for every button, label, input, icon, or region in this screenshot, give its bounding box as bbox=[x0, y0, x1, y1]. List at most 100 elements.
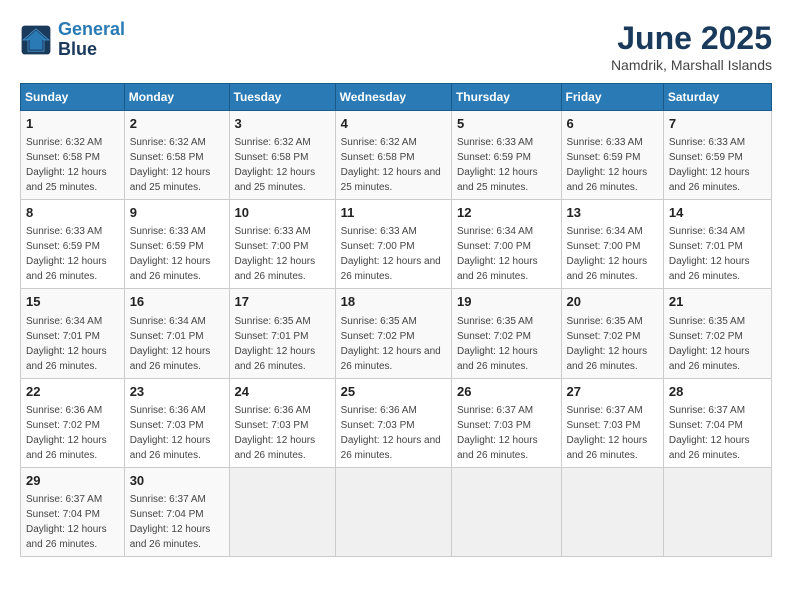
calendar-day-cell: 8 Sunrise: 6:33 AM Sunset: 6:59 PM Dayli… bbox=[21, 200, 125, 289]
page-header: General Blue June 2025 Namdrik, Marshall… bbox=[20, 20, 772, 73]
day-info: Sunrise: 6:32 AM Sunset: 6:58 PM Dayligh… bbox=[26, 135, 119, 195]
day-info: Sunrise: 6:33 AM Sunset: 6:59 PM Dayligh… bbox=[457, 135, 556, 195]
logo-text: General Blue bbox=[58, 20, 125, 60]
day-info: Sunrise: 6:35 AM Sunset: 7:02 PM Dayligh… bbox=[341, 314, 446, 374]
title-section: June 2025 Namdrik, Marshall Islands bbox=[611, 20, 772, 73]
day-number: 15 bbox=[26, 293, 119, 311]
calendar-day-cell: 16 Sunrise: 6:34 AM Sunset: 7:01 PM Dayl… bbox=[124, 289, 229, 378]
col-monday: Monday bbox=[124, 84, 229, 111]
day-info: Sunrise: 6:35 AM Sunset: 7:02 PM Dayligh… bbox=[669, 314, 766, 374]
calendar-day-cell: 7 Sunrise: 6:33 AM Sunset: 6:59 PM Dayli… bbox=[663, 111, 771, 200]
calendar-day-cell: 14 Sunrise: 6:34 AM Sunset: 7:01 PM Dayl… bbox=[663, 200, 771, 289]
day-info: Sunrise: 6:35 AM Sunset: 7:02 PM Dayligh… bbox=[567, 314, 658, 374]
day-number: 3 bbox=[235, 115, 330, 133]
day-number: 11 bbox=[341, 204, 446, 222]
calendar-day-cell: 9 Sunrise: 6:33 AM Sunset: 6:59 PM Dayli… bbox=[124, 200, 229, 289]
day-number: 9 bbox=[130, 204, 224, 222]
col-thursday: Thursday bbox=[451, 84, 561, 111]
day-info: Sunrise: 6:36 AM Sunset: 7:03 PM Dayligh… bbox=[341, 403, 446, 463]
calendar-day-cell: 21 Sunrise: 6:35 AM Sunset: 7:02 PM Dayl… bbox=[663, 289, 771, 378]
day-info: Sunrise: 6:34 AM Sunset: 7:00 PM Dayligh… bbox=[567, 224, 658, 284]
calendar-week-row: 1 Sunrise: 6:32 AM Sunset: 6:58 PM Dayli… bbox=[21, 111, 772, 200]
day-number: 12 bbox=[457, 204, 556, 222]
col-tuesday: Tuesday bbox=[229, 84, 335, 111]
calendar-day-cell bbox=[229, 467, 335, 556]
day-number: 10 bbox=[235, 204, 330, 222]
day-number: 14 bbox=[669, 204, 766, 222]
calendar-week-row: 8 Sunrise: 6:33 AM Sunset: 6:59 PM Dayli… bbox=[21, 200, 772, 289]
day-info: Sunrise: 6:37 AM Sunset: 7:03 PM Dayligh… bbox=[567, 403, 658, 463]
calendar-day-cell bbox=[663, 467, 771, 556]
calendar-day-cell: 6 Sunrise: 6:33 AM Sunset: 6:59 PM Dayli… bbox=[561, 111, 663, 200]
calendar-day-cell: 4 Sunrise: 6:32 AM Sunset: 6:58 PM Dayli… bbox=[335, 111, 451, 200]
day-info: Sunrise: 6:33 AM Sunset: 6:59 PM Dayligh… bbox=[26, 224, 119, 284]
day-info: Sunrise: 6:34 AM Sunset: 7:01 PM Dayligh… bbox=[669, 224, 766, 284]
day-info: Sunrise: 6:32 AM Sunset: 6:58 PM Dayligh… bbox=[130, 135, 224, 195]
calendar-day-cell: 30 Sunrise: 6:37 AM Sunset: 7:04 PM Dayl… bbox=[124, 467, 229, 556]
calendar-day-cell: 26 Sunrise: 6:37 AM Sunset: 7:03 PM Dayl… bbox=[451, 378, 561, 467]
calendar-day-cell bbox=[561, 467, 663, 556]
calendar-day-cell: 1 Sunrise: 6:32 AM Sunset: 6:58 PM Dayli… bbox=[21, 111, 125, 200]
day-info: Sunrise: 6:32 AM Sunset: 6:58 PM Dayligh… bbox=[235, 135, 330, 195]
calendar-day-cell: 15 Sunrise: 6:34 AM Sunset: 7:01 PM Dayl… bbox=[21, 289, 125, 378]
calendar-day-cell bbox=[335, 467, 451, 556]
calendar-header-row: Sunday Monday Tuesday Wednesday Thursday… bbox=[21, 84, 772, 111]
month-title: June 2025 bbox=[611, 20, 772, 57]
day-number: 25 bbox=[341, 383, 446, 401]
col-wednesday: Wednesday bbox=[335, 84, 451, 111]
calendar-week-row: 22 Sunrise: 6:36 AM Sunset: 7:02 PM Dayl… bbox=[21, 378, 772, 467]
day-number: 20 bbox=[567, 293, 658, 311]
calendar-week-row: 15 Sunrise: 6:34 AM Sunset: 7:01 PM Dayl… bbox=[21, 289, 772, 378]
day-number: 17 bbox=[235, 293, 330, 311]
calendar-day-cell: 29 Sunrise: 6:37 AM Sunset: 7:04 PM Dayl… bbox=[21, 467, 125, 556]
calendar-day-cell: 20 Sunrise: 6:35 AM Sunset: 7:02 PM Dayl… bbox=[561, 289, 663, 378]
col-saturday: Saturday bbox=[663, 84, 771, 111]
day-info: Sunrise: 6:35 AM Sunset: 7:02 PM Dayligh… bbox=[457, 314, 556, 374]
calendar-day-cell: 19 Sunrise: 6:35 AM Sunset: 7:02 PM Dayl… bbox=[451, 289, 561, 378]
calendar-day-cell: 28 Sunrise: 6:37 AM Sunset: 7:04 PM Dayl… bbox=[663, 378, 771, 467]
day-number: 19 bbox=[457, 293, 556, 311]
location-title: Namdrik, Marshall Islands bbox=[611, 57, 772, 73]
day-number: 5 bbox=[457, 115, 556, 133]
day-number: 22 bbox=[26, 383, 119, 401]
day-number: 21 bbox=[669, 293, 766, 311]
day-number: 7 bbox=[669, 115, 766, 133]
day-info: Sunrise: 6:37 AM Sunset: 7:04 PM Dayligh… bbox=[669, 403, 766, 463]
day-info: Sunrise: 6:34 AM Sunset: 7:01 PM Dayligh… bbox=[130, 314, 224, 374]
calendar-day-cell: 12 Sunrise: 6:34 AM Sunset: 7:00 PM Dayl… bbox=[451, 200, 561, 289]
calendar-day-cell: 24 Sunrise: 6:36 AM Sunset: 7:03 PM Dayl… bbox=[229, 378, 335, 467]
calendar-day-cell: 18 Sunrise: 6:35 AM Sunset: 7:02 PM Dayl… bbox=[335, 289, 451, 378]
day-number: 1 bbox=[26, 115, 119, 133]
calendar-day-cell: 3 Sunrise: 6:32 AM Sunset: 6:58 PM Dayli… bbox=[229, 111, 335, 200]
calendar-day-cell: 13 Sunrise: 6:34 AM Sunset: 7:00 PM Dayl… bbox=[561, 200, 663, 289]
calendar-day-cell: 23 Sunrise: 6:36 AM Sunset: 7:03 PM Dayl… bbox=[124, 378, 229, 467]
day-number: 2 bbox=[130, 115, 224, 133]
day-info: Sunrise: 6:36 AM Sunset: 7:03 PM Dayligh… bbox=[235, 403, 330, 463]
day-number: 27 bbox=[567, 383, 658, 401]
day-info: Sunrise: 6:37 AM Sunset: 7:04 PM Dayligh… bbox=[26, 492, 119, 552]
calendar-day-cell: 10 Sunrise: 6:33 AM Sunset: 7:00 PM Dayl… bbox=[229, 200, 335, 289]
day-number: 26 bbox=[457, 383, 556, 401]
day-number: 6 bbox=[567, 115, 658, 133]
day-number: 13 bbox=[567, 204, 658, 222]
logo: General Blue bbox=[20, 20, 125, 60]
calendar-day-cell: 2 Sunrise: 6:32 AM Sunset: 6:58 PM Dayli… bbox=[124, 111, 229, 200]
day-info: Sunrise: 6:34 AM Sunset: 7:01 PM Dayligh… bbox=[26, 314, 119, 374]
logo-icon bbox=[20, 24, 52, 56]
day-number: 16 bbox=[130, 293, 224, 311]
day-number: 30 bbox=[130, 472, 224, 490]
calendar-day-cell: 5 Sunrise: 6:33 AM Sunset: 6:59 PM Dayli… bbox=[451, 111, 561, 200]
day-info: Sunrise: 6:33 AM Sunset: 7:00 PM Dayligh… bbox=[341, 224, 446, 284]
day-info: Sunrise: 6:33 AM Sunset: 6:59 PM Dayligh… bbox=[669, 135, 766, 195]
calendar-day-cell: 25 Sunrise: 6:36 AM Sunset: 7:03 PM Dayl… bbox=[335, 378, 451, 467]
day-info: Sunrise: 6:33 AM Sunset: 7:00 PM Dayligh… bbox=[235, 224, 330, 284]
col-friday: Friday bbox=[561, 84, 663, 111]
day-info: Sunrise: 6:33 AM Sunset: 6:59 PM Dayligh… bbox=[567, 135, 658, 195]
day-info: Sunrise: 6:36 AM Sunset: 7:03 PM Dayligh… bbox=[130, 403, 224, 463]
calendar-day-cell bbox=[451, 467, 561, 556]
day-number: 29 bbox=[26, 472, 119, 490]
day-info: Sunrise: 6:35 AM Sunset: 7:01 PM Dayligh… bbox=[235, 314, 330, 374]
day-info: Sunrise: 6:36 AM Sunset: 7:02 PM Dayligh… bbox=[26, 403, 119, 463]
calendar-day-cell: 22 Sunrise: 6:36 AM Sunset: 7:02 PM Dayl… bbox=[21, 378, 125, 467]
calendar-table: Sunday Monday Tuesday Wednesday Thursday… bbox=[20, 83, 772, 557]
